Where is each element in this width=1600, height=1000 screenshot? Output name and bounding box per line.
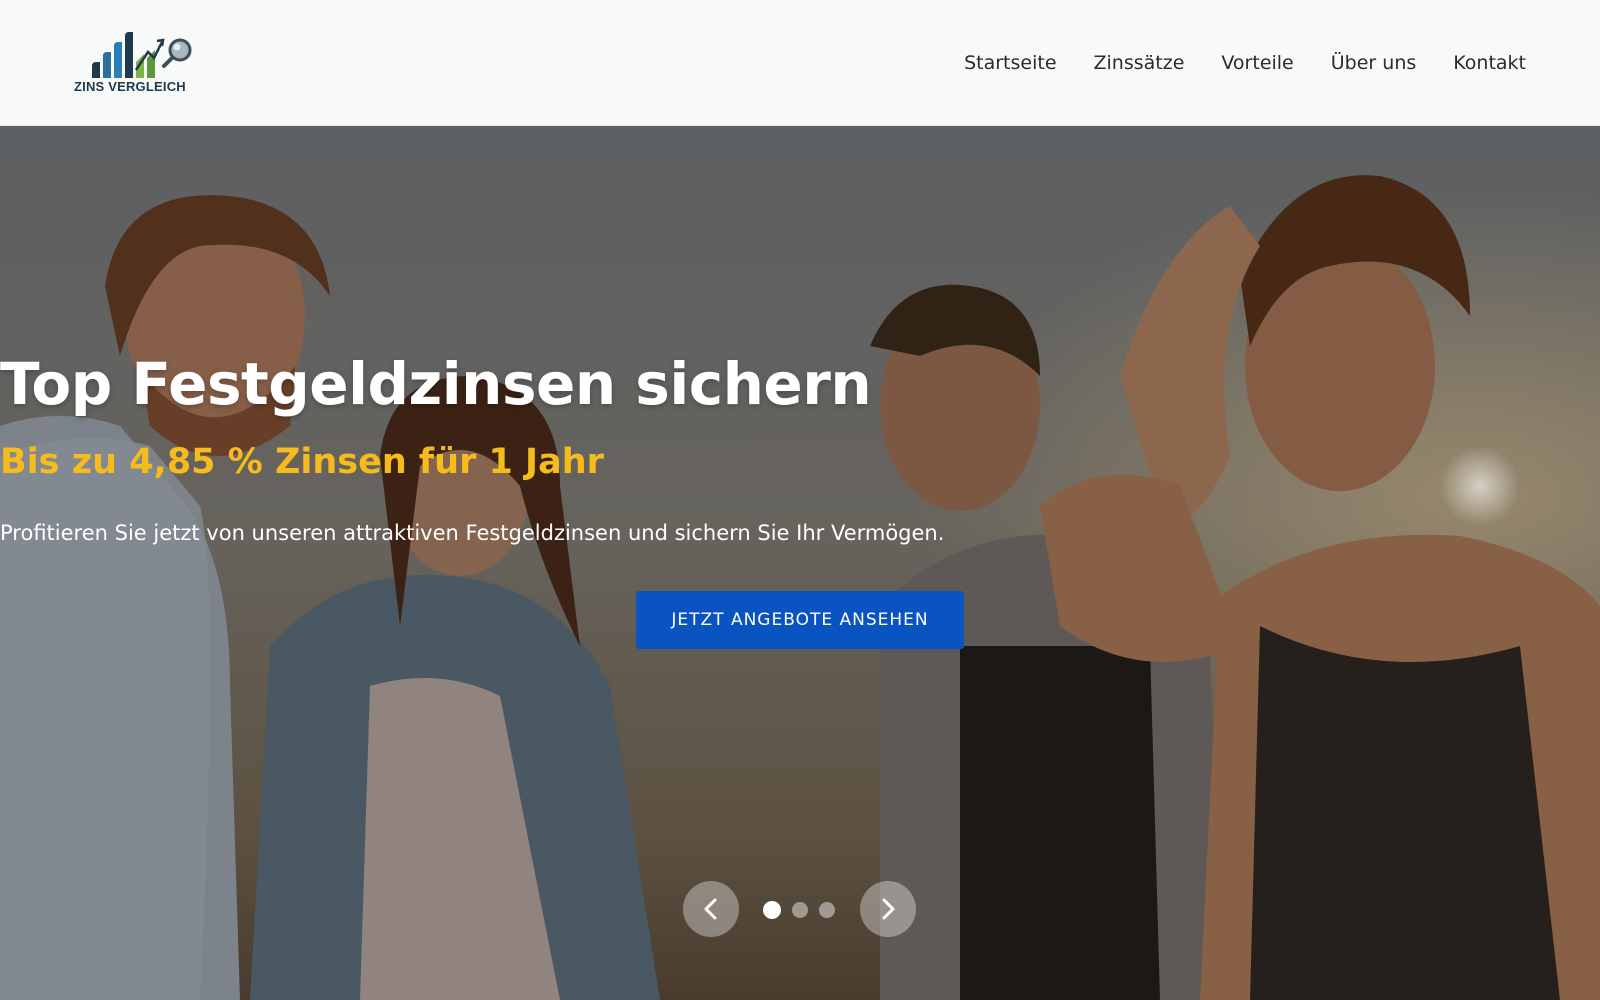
hero-slider: Top Festgeldzinsen sichern Bis zu 4,85 %… xyxy=(0,126,1600,1000)
hero-background-image xyxy=(0,126,1600,1000)
cta-button[interactable]: JETZT ANGEBOTE ANSEHEN xyxy=(636,591,964,649)
hero-text: Profitieren Sie jetzt von unseren attrak… xyxy=(0,521,945,545)
slider-dot-1[interactable] xyxy=(763,901,781,919)
chart-bars-logo-icon xyxy=(92,32,192,78)
hero-title: Top Festgeldzinsen sichern xyxy=(0,350,872,418)
chevron-left-icon xyxy=(704,898,717,920)
nav-item-ueber-uns[interactable]: Über uns xyxy=(1331,52,1417,74)
slider-prev-button[interactable] xyxy=(683,881,739,937)
nav-item-startseite[interactable]: Startseite xyxy=(964,52,1056,74)
logo-text: ZINS VERGLEICH xyxy=(74,79,186,94)
slider-dot-2[interactable] xyxy=(792,902,808,918)
slider-next-button[interactable] xyxy=(860,881,916,937)
main-nav: Startseite Zinssätze Vorteile Über uns K… xyxy=(964,0,1526,126)
nav-item-zinssaetze[interactable]: Zinssätze xyxy=(1094,52,1185,74)
slider-dot-3[interactable] xyxy=(819,902,835,918)
slider-dots xyxy=(763,901,835,919)
site-header: ZINS VERGLEICH Startseite Zinssätze Vort… xyxy=(0,0,1600,126)
nav-item-kontakt[interactable]: Kontakt xyxy=(1453,52,1526,74)
nav-item-vorteile[interactable]: Vorteile xyxy=(1221,52,1293,74)
logo[interactable]: ZINS VERGLEICH xyxy=(74,32,204,96)
hero-subtitle: Bis zu 4,85 % Zinsen für 1 Jahr xyxy=(0,442,604,482)
chevron-right-icon xyxy=(882,898,895,920)
